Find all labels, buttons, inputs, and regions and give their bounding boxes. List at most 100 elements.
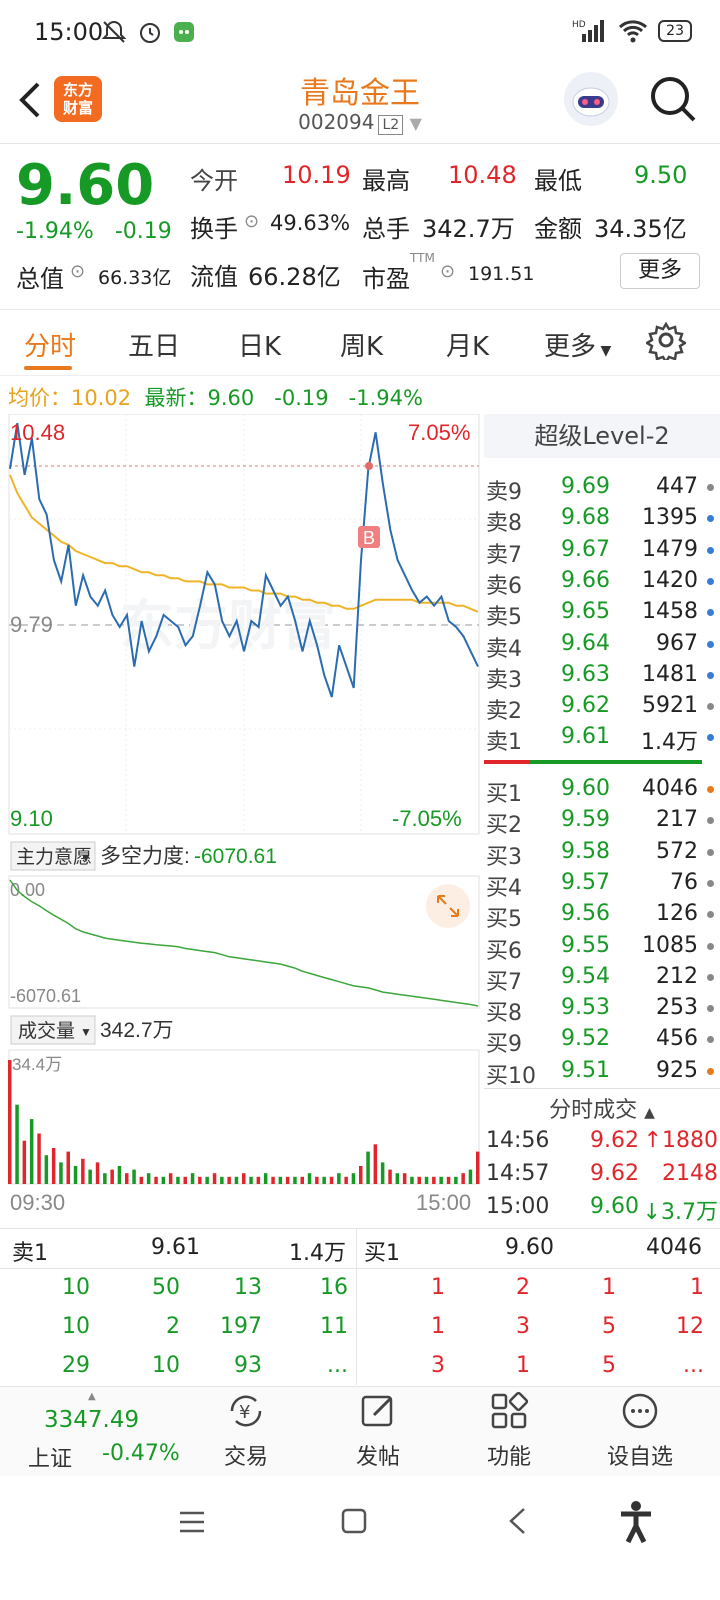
info-icon[interactable]: ⊙ [440, 261, 455, 282]
tab-intraday[interactable]: 分时 [24, 326, 76, 363]
volume-bar [73, 1166, 78, 1184]
volume-bar [476, 1151, 480, 1184]
more-button[interactable]: 更多 [620, 253, 700, 289]
queue-buy-order: 3 [516, 1314, 530, 1339]
bid-level-label: 买10 [486, 1063, 536, 1089]
status-dot-icon [707, 911, 714, 919]
status-dot-icon [707, 817, 714, 825]
queue-buy-vol: 4046 [646, 1235, 702, 1260]
volume-max-label: 34.4万 [12, 1055, 62, 1074]
accessibility-icon[interactable] [618, 1500, 654, 1544]
volume-bar [198, 1176, 202, 1184]
queue-sell-order: ... [327, 1353, 348, 1378]
change-value: -0.19 [114, 219, 172, 244]
index-change: -0.47% [102, 1441, 180, 1466]
queue-buy-order: 5 [602, 1314, 616, 1339]
status-dot-icon [707, 703, 714, 711]
ask-row[interactable]: 卖6 9.66 1420 [486, 566, 716, 599]
bid-row[interactable]: 买10 9.51 925 [486, 1056, 716, 1089]
ask-row[interactable]: 卖1 9.61 1.4万 [486, 722, 716, 755]
volume-bar [468, 1169, 473, 1184]
bid-row[interactable]: 买2 9.59 217 [486, 805, 716, 838]
tab-five-day[interactable]: 五日 [128, 326, 180, 363]
tape-time: 14:57 [486, 1161, 550, 1186]
index-name: 上证 [28, 1447, 73, 1472]
bid-row[interactable]: 买6 9.55 1085 [486, 931, 716, 964]
level2-header[interactable]: 超级Level-2 [484, 414, 720, 458]
ask-volume: 1420 [642, 567, 698, 593]
bottom-toolbar: ▲ 3347.49 上证 -0.47% ¥ 交易 发帖 功能 设自选 [0, 1386, 720, 1476]
caret-up-icon: ▲ [88, 1391, 96, 1402]
trade-button[interactable]: ¥ 交易 [196, 1391, 296, 1471]
queue-sell-order: 10 [62, 1314, 90, 1339]
volume-bar [461, 1173, 465, 1184]
tab-weekly-k[interactable]: 周K [340, 326, 383, 363]
tape-volume: 2148 [662, 1161, 718, 1186]
bid-row[interactable]: 买1 9.60 4046 [486, 774, 716, 807]
watchlist-label: 设自选 [606, 1445, 673, 1470]
bid-row[interactable]: 买8 9.53 253 [486, 993, 716, 1026]
bid-volume: 925 [656, 1057, 698, 1083]
info-icon[interactable]: ⊙ [244, 211, 259, 232]
tab-monthly-k[interactable]: 月K [446, 326, 489, 363]
ask-row[interactable]: 卖7 9.67 1479 [486, 535, 716, 568]
bid-price: 9.58 [561, 838, 610, 864]
ask-volume: 967 [656, 630, 698, 656]
quote-panel: 9.60 -1.94% -0.19 今开 10.19 最高 10.48 最低 9… [0, 145, 720, 310]
ask-row[interactable]: 卖9 9.69 447 [486, 472, 716, 505]
battery-level: 23 [658, 20, 692, 42]
home-icon[interactable] [341, 1508, 367, 1534]
volume-bar [359, 1166, 363, 1184]
functions-button[interactable]: 功能 [459, 1391, 559, 1471]
status-dot-icon [707, 879, 714, 887]
queue-buy-order: 1 [690, 1275, 704, 1300]
volume-bar [417, 1176, 421, 1184]
volume-bar [88, 1169, 92, 1184]
queue-sell-order: 16 [320, 1275, 348, 1300]
ask-row[interactable]: 卖5 9.65 1458 [486, 597, 716, 631]
stock-code: 002094 [298, 110, 375, 134]
time-end-label: 15:00 [416, 1190, 471, 1215]
bid-level-label: 买5 [486, 907, 522, 933]
assistant-robot-icon[interactable] [564, 72, 618, 126]
bid-row[interactable]: 买3 9.58 572 [486, 837, 716, 870]
yuan-exchange-icon: ¥ [230, 1395, 262, 1427]
add-watchlist-button[interactable]: 设自选 [590, 1391, 690, 1471]
menu-icon[interactable] [178, 1510, 206, 1534]
ask-row[interactable]: 卖3 9.63 1481 [486, 660, 716, 693]
back-nav-icon[interactable] [506, 1506, 528, 1536]
ask-row[interactable]: 卖4 9.64 967 [486, 629, 716, 662]
volume-bar [81, 1158, 85, 1184]
search-icon[interactable] [648, 74, 698, 124]
ask-row[interactable]: 卖2 9.62 5921 [486, 691, 716, 724]
volume-bar [366, 1151, 370, 1184]
ask-volume: 1395 [642, 505, 698, 531]
mktcap-value: 66.33亿 [98, 267, 172, 289]
edit-icon [361, 1395, 393, 1427]
volume-bar [337, 1173, 341, 1184]
bid-row[interactable]: 买7 9.54 212 [486, 962, 716, 995]
bid-row[interactable]: 买4 9.57 76 [486, 868, 716, 901]
status-time: 15:00 [34, 18, 104, 46]
time-start-label: 09:30 [10, 1190, 65, 1215]
expand-icon[interactable] [426, 884, 470, 928]
bid-price: 9.53 [561, 995, 610, 1021]
bid-row[interactable]: 买9 9.52 456 [486, 1024, 716, 1057]
bid-level-label: 买3 [486, 844, 522, 870]
tape-header[interactable]: 分时成交 ▲ [484, 1092, 720, 1124]
status-dot-icon [707, 671, 714, 679]
info-icon[interactable]: ⊙ [70, 261, 85, 282]
volume-bar [51, 1148, 56, 1184]
ask-volume: 1481 [642, 661, 698, 687]
ask-level-label: 卖5 [486, 605, 522, 631]
post-button[interactable]: 发帖 [328, 1391, 428, 1471]
ask-row[interactable]: 卖8 9.68 1395 [486, 503, 716, 536]
tab-more[interactable]: 更多 ▼ [544, 326, 611, 363]
bid-row[interactable]: 买5 9.56 126 [486, 899, 716, 933]
gear-icon[interactable] [646, 320, 686, 360]
volume-bar [256, 1176, 261, 1184]
volume-bar [351, 1173, 356, 1184]
queue-sell-label: 卖1 [12, 1241, 48, 1266]
volume-bar [176, 1176, 180, 1184]
tab-daily-k[interactable]: 日K [238, 326, 281, 363]
